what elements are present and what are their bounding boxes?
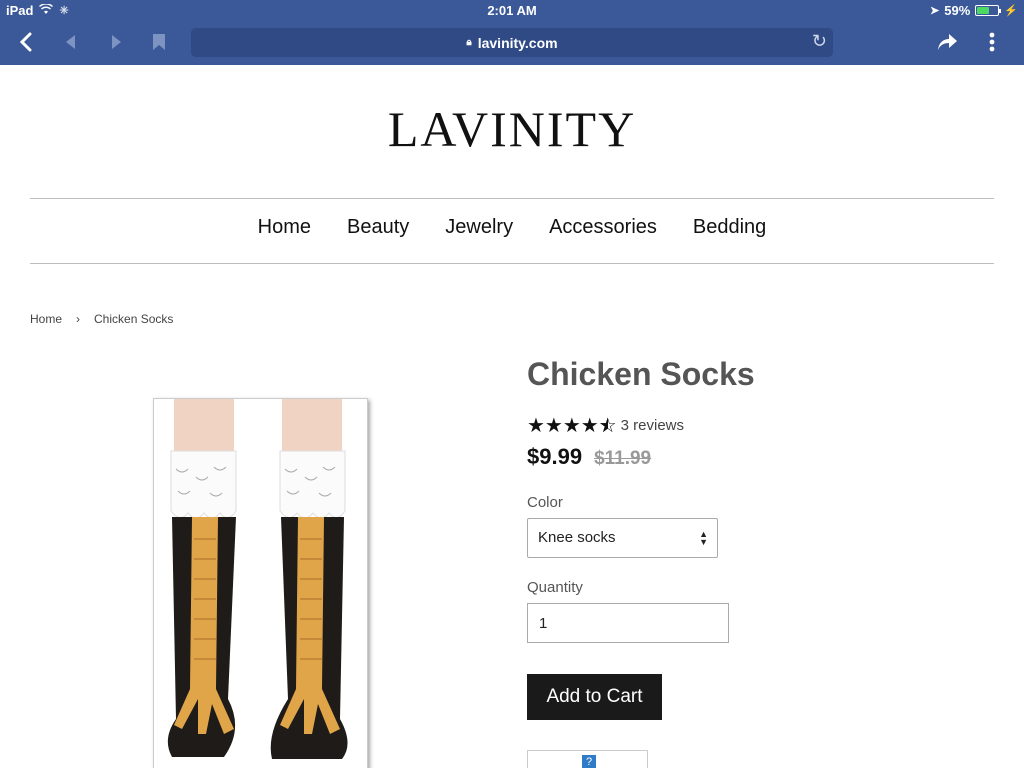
- color-select[interactable]: Knee socks ▲ ▼: [527, 518, 718, 558]
- address-bar[interactable]: 🔒︎ lavinity.com ↻: [191, 28, 833, 57]
- breadcrumb-home[interactable]: Home: [30, 312, 62, 326]
- lock-icon: 🔒︎: [466, 37, 472, 48]
- prev-icon[interactable]: [57, 28, 85, 56]
- add-to-cart-button[interactable]: Add to Cart: [527, 674, 662, 720]
- more-menu-icon[interactable]: [978, 28, 1006, 56]
- divider: [30, 263, 994, 264]
- color-select-value: Knee socks: [538, 529, 616, 546]
- select-arrows-icon: ▲ ▼: [699, 529, 708, 547]
- quantity-input[interactable]: 1: [527, 603, 729, 643]
- payment-widget[interactable]: ?: [527, 750, 648, 768]
- battery-fill: [977, 7, 990, 14]
- status-time: 2:01 AM: [487, 3, 537, 18]
- rating-stars-icon: ★★★★★☆: [527, 415, 617, 437]
- back-icon[interactable]: [12, 28, 40, 56]
- browser-chrome: iPad ✳ 2:01 AM ➤ 59% ⚡ 🔒︎ lavinity.com ↻: [0, 0, 1024, 65]
- sale-price: $9.99: [527, 444, 583, 469]
- status-bar: iPad ✳ 2:01 AM ➤ 59% ⚡: [0, 0, 1024, 22]
- breadcrumb-current: Chicken Socks: [94, 312, 174, 326]
- charging-icon: ⚡: [1004, 5, 1018, 17]
- quantity-label: Quantity: [527, 579, 583, 596]
- location-icon: ➤: [930, 5, 940, 17]
- nav-home[interactable]: Home: [258, 216, 311, 239]
- unknown-image-icon: ?: [582, 755, 596, 768]
- review-count[interactable]: 3 reviews: [621, 417, 684, 434]
- share-icon[interactable]: [933, 28, 961, 56]
- breadcrumb: Home › Chicken Socks: [30, 312, 173, 326]
- product-rating[interactable]: ★★★★★☆ 3 reviews: [527, 413, 684, 438]
- nav-accessories[interactable]: Accessories: [549, 216, 657, 239]
- compare-price: $11.99: [594, 448, 652, 469]
- color-label: Color: [527, 494, 563, 511]
- main-nav: Home Beauty Jewelry Accessories Bedding: [0, 216, 1024, 239]
- product-image[interactable]: [153, 398, 368, 768]
- browser-toolbar: 🔒︎ lavinity.com ↻: [0, 22, 1024, 65]
- nav-bedding[interactable]: Bedding: [693, 216, 766, 239]
- price-block: $9.99 $11.99: [527, 444, 651, 470]
- nav-beauty[interactable]: Beauty: [347, 216, 409, 239]
- product-title: Chicken Socks: [527, 356, 755, 392]
- breadcrumb-separator: ›: [76, 312, 81, 326]
- battery-icon: [975, 5, 1002, 16]
- reload-icon[interactable]: ↻: [812, 31, 827, 52]
- store-logo[interactable]: LAVINITY: [0, 100, 1024, 158]
- divider: [30, 198, 994, 199]
- url-text: lavinity.com: [477, 34, 558, 51]
- battery-percent: 59%: [944, 3, 971, 18]
- nav-jewelry[interactable]: Jewelry: [445, 216, 513, 239]
- next-icon[interactable]: [102, 28, 130, 56]
- bookmark-icon[interactable]: [145, 28, 173, 56]
